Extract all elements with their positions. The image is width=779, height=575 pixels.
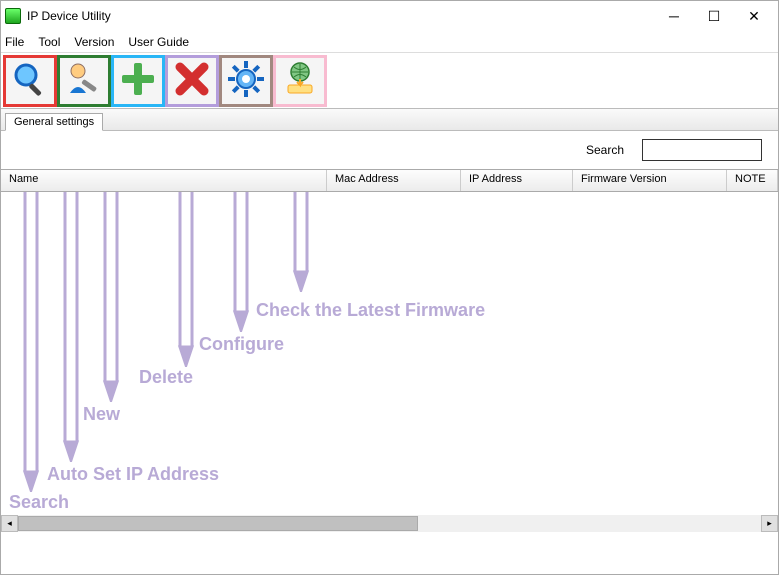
toolbar-autoset-button[interactable]	[57, 55, 111, 107]
toolbar	[1, 53, 778, 109]
search-label: Search	[586, 143, 624, 157]
gear-icon	[226, 59, 266, 102]
menu-user-guide[interactable]: User Guide	[128, 35, 189, 49]
toolbar-new-button[interactable]	[111, 55, 165, 107]
menu-version[interactable]: Version	[74, 35, 114, 49]
col-ip[interactable]: IP Address	[461, 170, 573, 191]
col-note[interactable]: NOTE	[727, 170, 778, 191]
search-row: Search	[1, 131, 778, 169]
menubar: File Tool Version User Guide	[1, 31, 778, 53]
arrow-new	[101, 192, 121, 402]
annot-firmware: Check the Latest Firmware	[256, 300, 485, 321]
col-name[interactable]: Name	[1, 170, 327, 191]
arrow-delete	[176, 192, 196, 367]
menu-file[interactable]: File	[5, 35, 24, 49]
toolbar-search-button[interactable]	[3, 55, 57, 107]
plus-icon	[118, 59, 158, 102]
arrow-search	[21, 192, 41, 492]
menu-tool[interactable]: Tool	[38, 35, 60, 49]
globe-download-icon	[280, 59, 320, 102]
arrow-configure	[231, 192, 251, 332]
minimize-button[interactable]: ─	[654, 2, 694, 30]
scroll-right-button[interactable]: ▸	[761, 515, 778, 532]
arrow-firmware	[291, 192, 311, 292]
grid-header: Name Mac Address IP Address Firmware Ver…	[1, 170, 778, 192]
toolbar-delete-button[interactable]	[165, 55, 219, 107]
toolbar-firmware-button[interactable]	[273, 55, 327, 107]
grid-body: Check the Latest Firmware Configure Dele…	[1, 192, 778, 532]
scroll-thumb[interactable]	[18, 516, 418, 531]
x-icon	[172, 59, 212, 102]
app-icon	[5, 8, 21, 24]
annot-delete: Delete	[139, 367, 193, 388]
col-mac[interactable]: Mac Address	[327, 170, 461, 191]
annot-search: Search	[9, 492, 69, 513]
horizontal-scrollbar[interactable]: ◂ ▸	[1, 515, 778, 532]
close-button[interactable]: ✕	[734, 2, 774, 30]
device-grid: Name Mac Address IP Address Firmware Ver…	[1, 169, 778, 532]
magnifier-icon	[10, 59, 50, 102]
col-fw[interactable]: Firmware Version	[573, 170, 727, 191]
scroll-left-button[interactable]: ◂	[1, 515, 18, 532]
search-input[interactable]	[642, 139, 762, 161]
tabbar: General settings	[1, 109, 778, 131]
annot-autoset: Auto Set IP Address	[47, 464, 219, 485]
arrow-autoset	[61, 192, 81, 462]
annot-configure: Configure	[199, 334, 284, 355]
window-title: IP Device Utility	[27, 9, 654, 23]
toolbar-configure-button[interactable]	[219, 55, 273, 107]
annot-new: New	[83, 404, 120, 425]
user-wrench-icon	[64, 59, 104, 102]
titlebar: IP Device Utility ─ ☐ ✕	[1, 1, 778, 31]
tab-general-settings[interactable]: General settings	[5, 113, 103, 131]
maximize-button[interactable]: ☐	[694, 2, 734, 30]
